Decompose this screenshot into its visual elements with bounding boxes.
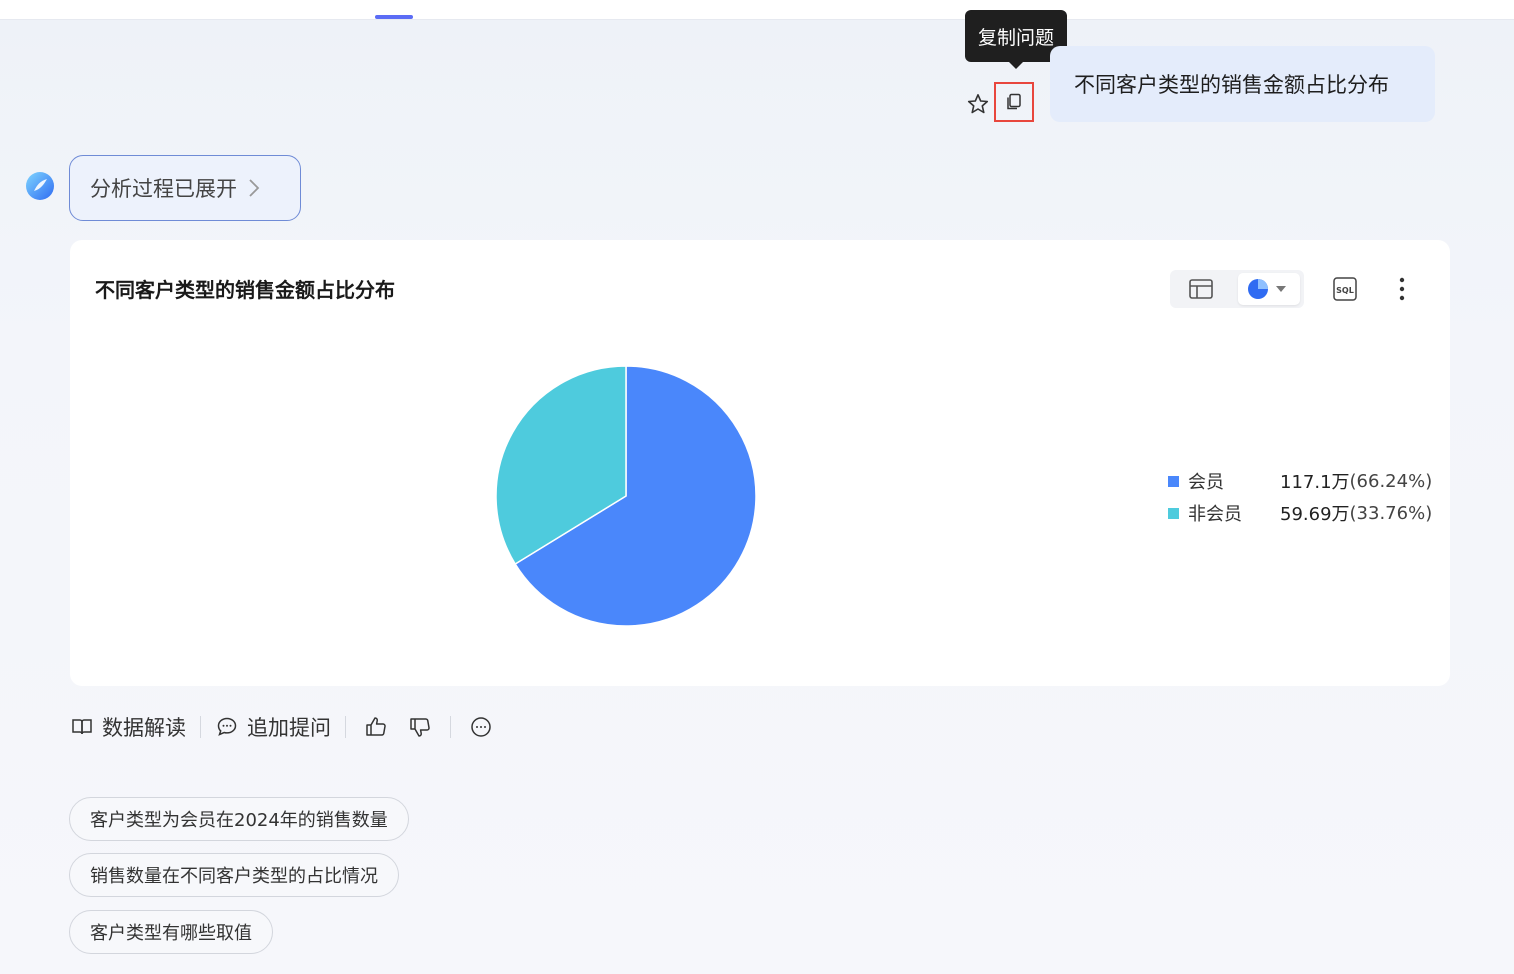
thumbs-up-icon — [366, 717, 386, 736]
answer-actions: 数据解读 追加提问 — [70, 708, 497, 746]
analysis-process-toggle[interactable]: 分析过程已展开 — [69, 155, 301, 221]
suggested-question-label: 销售数量在不同客户类型的占比情况 — [90, 866, 378, 887]
follow-up-question-label: 追加提问 — [247, 716, 331, 740]
active-tab-indicator — [375, 15, 413, 19]
chart-legend: 会员 117.1万 (66.24%) 非会员 59.69万 (33.76%) — [1168, 465, 1432, 529]
suggested-question-label: 客户类型有哪些取值 — [90, 923, 252, 944]
thumbs-down-icon — [410, 718, 430, 737]
follow-up-question-button[interactable]: 追加提问 — [215, 712, 331, 742]
copy-question-button[interactable] — [994, 82, 1034, 122]
table-view-button[interactable] — [1188, 278, 1214, 300]
analysis-toggle-label: 分析过程已展开 — [90, 177, 237, 201]
divider — [345, 716, 346, 738]
pie-chart — [495, 365, 757, 627]
svg-text:SQL: SQL — [1336, 286, 1354, 295]
user-question-text: 不同客户类型的销售金额占比分布 — [1074, 73, 1389, 97]
legend-percent: (66.24%) — [1349, 470, 1433, 492]
view-switch — [1170, 270, 1304, 308]
legend-label: 会员 — [1188, 472, 1224, 493]
top-bar — [0, 0, 1514, 20]
comment-icon — [471, 717, 491, 737]
like-button[interactable] — [360, 711, 392, 743]
more-vertical-icon — [1399, 277, 1405, 301]
suggested-question-label: 客户类型为会员在2024年的销售数量 — [90, 810, 388, 831]
legend-item-member[interactable]: 会员 117.1万 (66.24%) — [1168, 465, 1432, 497]
legend-item-non-member[interactable]: 非会员 59.69万 (33.76%) — [1168, 497, 1432, 529]
data-interpretation-label: 数据解读 — [102, 716, 186, 740]
suggested-question[interactable]: 客户类型为会员在2024年的销售数量 — [69, 797, 409, 841]
assistant-avatar — [26, 172, 54, 200]
chart-title: 不同客户类型的销售金额占比分布 — [95, 278, 395, 302]
feedback-button[interactable] — [465, 711, 497, 743]
favorite-button[interactable] — [962, 88, 994, 120]
legend-swatch — [1168, 475, 1179, 487]
dislike-button[interactable] — [404, 711, 436, 743]
legend-percent: (33.76%) — [1349, 502, 1433, 524]
pie-chart-icon — [1248, 279, 1286, 299]
divider — [200, 716, 201, 738]
user-question-bubble: 不同客户类型的销售金额占比分布 — [1050, 46, 1435, 122]
book-icon — [72, 719, 92, 735]
legend-label: 非会员 — [1188, 504, 1242, 525]
star-icon — [967, 94, 989, 114]
data-interpretation-button[interactable]: 数据解读 — [70, 712, 186, 742]
table-icon — [1189, 279, 1213, 299]
legend-swatch — [1168, 507, 1179, 519]
sql-icon: SQL — [1333, 277, 1357, 301]
suggested-question[interactable]: 销售数量在不同客户类型的占比情况 — [69, 853, 399, 897]
legend-value: 117.1万 — [1280, 472, 1350, 493]
legend-value: 59.69万 — [1280, 504, 1350, 525]
divider — [450, 716, 451, 738]
suggested-question[interactable]: 客户类型有哪些取值 — [69, 910, 273, 954]
copy-icon — [1007, 93, 1021, 110]
sql-button[interactable]: SQL — [1332, 276, 1358, 302]
chart-card: 不同客户类型的销售金额占比分布 SQL 会员 117.1万 (66.24%) 非… — [70, 240, 1450, 686]
more-options-button[interactable] — [1392, 274, 1412, 304]
chevron-down-icon — [1276, 286, 1286, 292]
chat-bubble-icon — [217, 717, 237, 736]
chart-type-dropdown[interactable] — [1238, 273, 1300, 305]
chevron-right-icon — [249, 179, 260, 197]
